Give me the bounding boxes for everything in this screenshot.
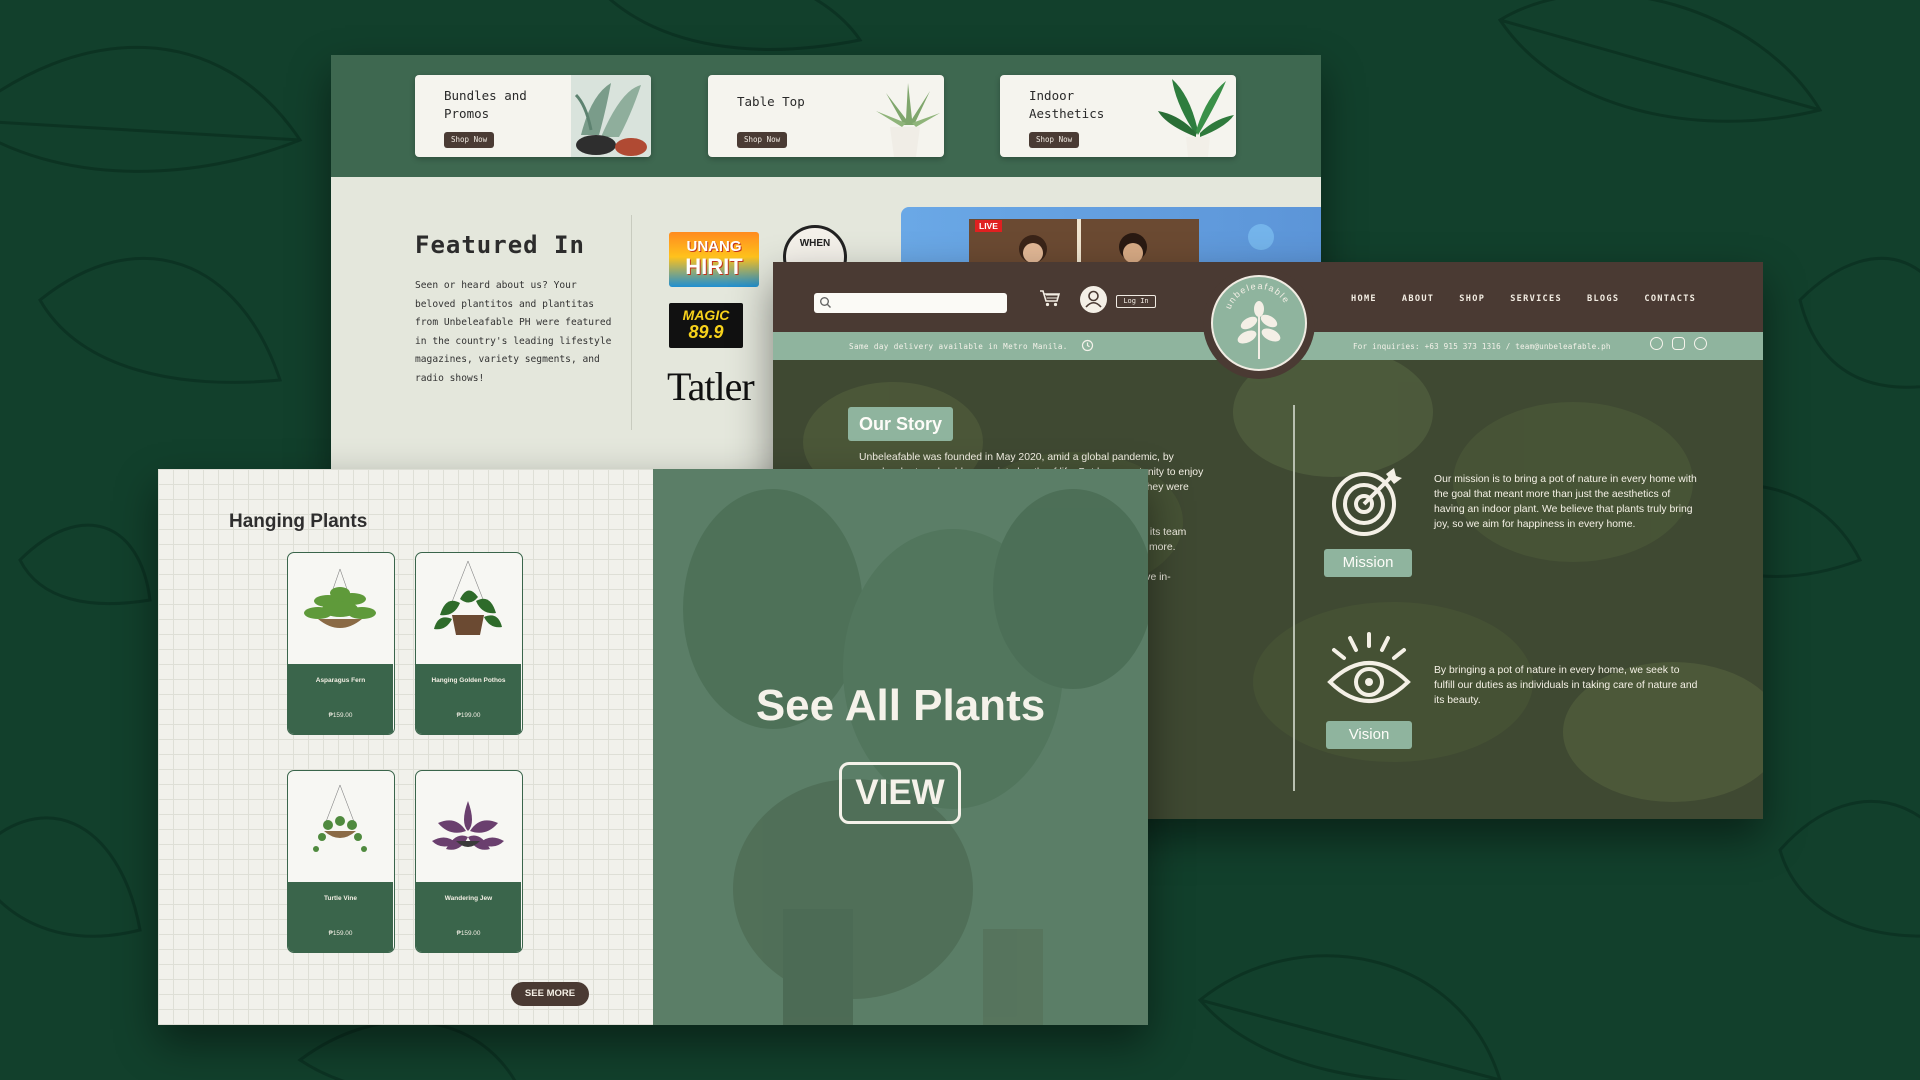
target-icon: [1332, 468, 1402, 536]
viber-icon[interactable]: [1694, 337, 1707, 350]
product-name: Wandering Jew: [444, 895, 493, 902]
shop-now-button[interactable]: Shop Now: [444, 132, 495, 148]
product-info: Wandering Jew ₱159.00: [416, 882, 521, 952]
shop-now-button[interactable]: Shop Now: [737, 132, 788, 148]
tatler-logo: Tatler: [667, 364, 755, 409]
product-info: Hanging Golden Pothos ₱199.00: [416, 664, 521, 734]
clock-icon: [1081, 339, 1094, 352]
instagram-icon[interactable]: [1672, 337, 1685, 350]
product-info: Asparagus Fern ₱159.00: [288, 664, 393, 734]
divider: [1293, 405, 1295, 791]
brand-logo-badge: unbeleafable: [1211, 275, 1307, 371]
hanging-plants-section: Hanging Plants Asparagus Fern ₱159.00 Ha…: [158, 469, 653, 1025]
hanging-plants-page: Hanging Plants Asparagus Fern ₱159.00 Ha…: [158, 469, 1148, 1025]
nav-about[interactable]: ABOUT: [1402, 294, 1434, 304]
mission-label: Mission: [1324, 549, 1412, 577]
featured-in-title: Featured In: [415, 231, 585, 259]
product-info: Turtle Vine ₱159.00: [288, 882, 393, 952]
eye-icon: [1327, 632, 1411, 703]
live-badge: LIVE: [975, 220, 1002, 232]
search-icon: [820, 297, 831, 308]
shop-now-button[interactable]: Shop Now: [1029, 132, 1080, 148]
product-card[interactable]: Turtle Vine ₱159.00: [287, 770, 395, 953]
shopping-cart-icon[interactable]: [1039, 289, 1061, 307]
featured-in-description: Seen or heard about us? Your beloved pla…: [415, 280, 612, 384]
category-card-table-top[interactable]: Table Top Shop Now: [708, 75, 944, 157]
product-card[interactable]: Wandering Jew ₱159.00: [415, 770, 523, 953]
bundle-plants-image: [571, 75, 651, 157]
search-bar[interactable]: [814, 293, 1007, 313]
facebook-icon[interactable]: [1650, 337, 1663, 350]
search-input[interactable]: [836, 295, 996, 311]
video-people-image: [969, 219, 1274, 267]
divider: [631, 215, 632, 430]
product-card[interactable]: Asparagus Fern ₱159.00: [287, 552, 395, 735]
category-card-bundles[interactable]: Bundles and Promos Shop Now: [415, 75, 651, 157]
user-account-icon[interactable]: [1080, 286, 1107, 313]
category-title: Indoor Aesthetics: [1029, 88, 1105, 121]
leaf-branch-icon: unbeleafable: [1223, 281, 1291, 359]
turtle-vine-image: [313, 784, 367, 852]
magic-radio-logo: MAGIC 89.9: [669, 303, 743, 348]
table-top-plant-image: [876, 83, 940, 157]
delivery-notice: Same day delivery available in Metro Man…: [849, 342, 1068, 351]
nav-services[interactable]: SERVICES: [1510, 294, 1562, 304]
nav-contacts[interactable]: CONTACTS: [1644, 294, 1696, 304]
view-button[interactable]: VIEW: [839, 762, 961, 824]
nav-blogs[interactable]: BLOGS: [1587, 294, 1619, 304]
golden-pothos-image: [434, 560, 502, 635]
see-all-plants-title: See All Plants: [755, 681, 1046, 730]
tv-feature-video-thumbnail[interactable]: LIVE: [901, 207, 1321, 267]
mission-text: Our mission is to bring a pot of nature …: [1434, 474, 1697, 530]
product-price: ₱199.00: [456, 712, 481, 719]
product-name: Turtle Vine: [324, 895, 357, 902]
main-nav: HOME ABOUT SHOP SERVICES BLOGS CONTACTS: [1351, 294, 1696, 304]
product-name: Asparagus Fern: [315, 677, 366, 684]
category-title: Table Top: [737, 94, 805, 109]
blurred-plants-photo: [653, 469, 1148, 1025]
product-name: Hanging Golden Pothos: [431, 677, 506, 684]
brand-logo[interactable]: unbeleafable: [1203, 267, 1315, 379]
hanging-plants-title: Hanging Plants: [229, 511, 368, 532]
product-card[interactable]: Hanging Golden Pothos ₱199.00: [415, 552, 523, 735]
vision-label: Vision: [1326, 721, 1412, 749]
see-more-button[interactable]: SEE MORE: [511, 982, 589, 1006]
wandering-jew-image: [432, 801, 504, 850]
login-button[interactable]: Log In: [1116, 295, 1156, 308]
vision-text: By bringing a pot of nature in every hom…: [1434, 665, 1698, 706]
unang-hirit-logo: UNANG HIRIT: [669, 232, 759, 287]
product-price: ₱159.00: [328, 712, 353, 719]
social-links: [1650, 337, 1707, 350]
user-glyph: [1085, 290, 1102, 308]
product-price: ₱159.00: [328, 930, 353, 937]
asparagus-fern-image: [304, 568, 376, 628]
category-card-indoor[interactable]: Indoor Aesthetics Shop Now: [1000, 75, 1236, 157]
our-story-heading: Our Story: [848, 407, 954, 441]
category-title: Bundles and Promos: [444, 88, 527, 121]
see-all-plants-banner[interactable]: See All Plants VIEW: [653, 469, 1148, 1025]
product-price: ₱159.00: [456, 930, 481, 937]
nav-home[interactable]: HOME: [1351, 294, 1377, 304]
nav-shop[interactable]: SHOP: [1459, 294, 1485, 304]
inquiries-contact: For inquiries: +63 915 373 1316 / team@u…: [1353, 342, 1611, 351]
indoor-plant-image: [1158, 79, 1234, 157]
